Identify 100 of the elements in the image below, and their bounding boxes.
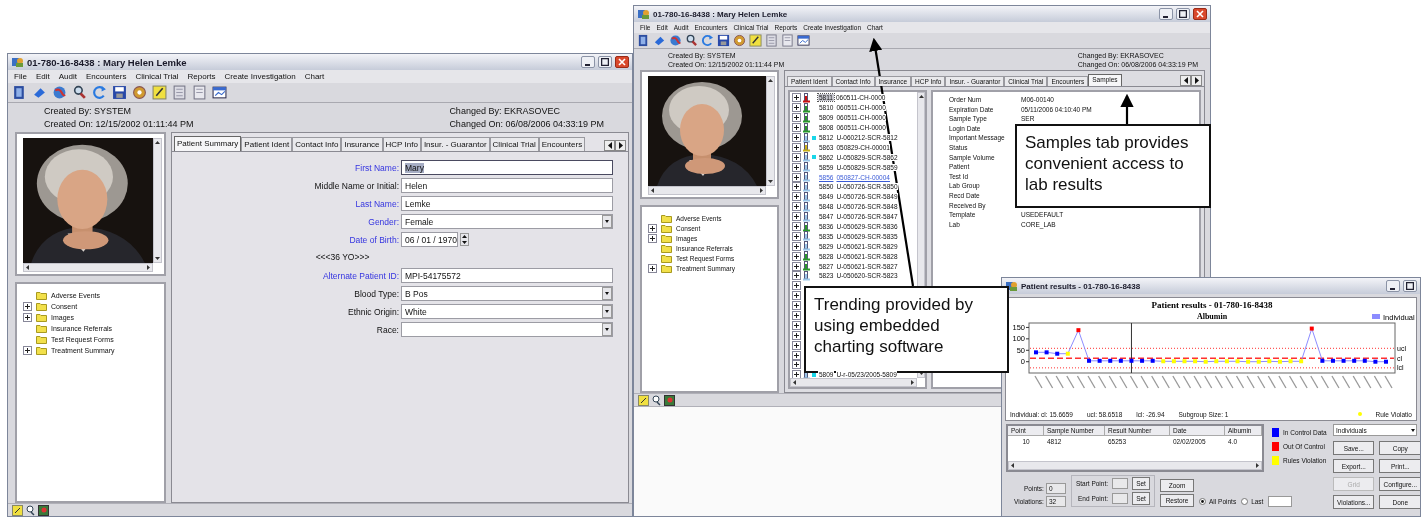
expand-icon[interactable] bbox=[792, 162, 801, 172]
expand-icon[interactable] bbox=[792, 350, 801, 360]
expand-icon[interactable] bbox=[23, 302, 32, 311]
scroll-arrow-icon[interactable] bbox=[917, 93, 925, 100]
search-icon[interactable] bbox=[651, 394, 662, 406]
expand-icon[interactable] bbox=[23, 346, 32, 355]
text-field[interactable]: Helen bbox=[401, 178, 613, 193]
tab[interactable]: HCP Info bbox=[382, 137, 421, 151]
expand-icon[interactable] bbox=[792, 271, 801, 281]
search-icon[interactable] bbox=[25, 504, 36, 516]
expand-icon[interactable] bbox=[792, 291, 801, 301]
expand-icon[interactable] bbox=[792, 182, 801, 192]
scroll-arrow-icon[interactable] bbox=[1009, 462, 1016, 469]
search-icon[interactable] bbox=[685, 34, 698, 47]
gear-icon[interactable] bbox=[733, 34, 746, 47]
input-field[interactable] bbox=[1112, 493, 1129, 504]
expand-icon[interactable] bbox=[792, 261, 801, 271]
menu-item[interactable]: Reports bbox=[187, 72, 216, 81]
expand-icon[interactable] bbox=[792, 113, 801, 123]
dropdown[interactable]: White bbox=[401, 304, 613, 319]
tab[interactable]: Patient Ident bbox=[241, 137, 293, 151]
date-field[interactable]: 06 / 01 / 1970 bbox=[401, 232, 458, 247]
scroll-arrow-icon[interactable] bbox=[791, 379, 798, 386]
expand-icon[interactable] bbox=[792, 152, 801, 162]
notepad-icon[interactable] bbox=[638, 394, 649, 406]
expand-icon[interactable] bbox=[792, 231, 801, 241]
menu-item[interactable]: File bbox=[14, 72, 27, 81]
expand-icon[interactable] bbox=[792, 172, 801, 182]
chart-window-icon[interactable] bbox=[797, 34, 810, 47]
notepad-icon[interactable] bbox=[749, 34, 762, 47]
dropdown[interactable]: B Pos bbox=[401, 286, 613, 301]
expand-icon[interactable] bbox=[792, 222, 801, 231]
expand-icon[interactable] bbox=[792, 330, 801, 340]
dropdown[interactable]: Female bbox=[401, 214, 613, 229]
scrollbar[interactable] bbox=[1008, 461, 1262, 470]
expand-icon[interactable] bbox=[792, 103, 801, 113]
text-field[interactable]: Lemke bbox=[401, 196, 613, 211]
scrollbar[interactable] bbox=[766, 76, 775, 186]
notepad-icon[interactable] bbox=[152, 85, 167, 100]
menu-item[interactable]: Clinical Trial bbox=[135, 72, 179, 81]
door-icon[interactable] bbox=[12, 85, 27, 100]
expand-icon[interactable] bbox=[792, 93, 801, 103]
menu-item[interactable]: Create Investigation bbox=[224, 72, 296, 81]
gear-icon[interactable] bbox=[132, 85, 147, 100]
tab[interactable]: Insurance bbox=[341, 137, 383, 151]
expand-icon[interactable] bbox=[792, 360, 801, 370]
expand-icon[interactable] bbox=[792, 340, 801, 350]
expand-icon[interactable] bbox=[792, 281, 801, 291]
scroll-arrow-icon[interactable] bbox=[767, 77, 774, 84]
menu-item[interactable]: Audit bbox=[58, 72, 77, 81]
spinner-icon[interactable] bbox=[460, 233, 469, 246]
caret-icon[interactable] bbox=[602, 305, 612, 318]
scroll-arrow-icon[interactable] bbox=[154, 139, 161, 146]
expand-icon[interactable] bbox=[792, 241, 801, 251]
save-icon[interactable] bbox=[112, 85, 127, 100]
expand-icon[interactable] bbox=[648, 263, 657, 273]
door-icon[interactable] bbox=[637, 34, 650, 47]
expand-icon[interactable] bbox=[792, 301, 801, 311]
scrollbar[interactable] bbox=[648, 186, 766, 195]
refresh-icon[interactable] bbox=[92, 85, 107, 100]
save-icon[interactable] bbox=[717, 34, 730, 47]
image-icon[interactable] bbox=[38, 504, 49, 516]
caret-icon[interactable] bbox=[602, 287, 612, 300]
radio-icon[interactable] bbox=[1241, 498, 1249, 505]
image-icon[interactable] bbox=[664, 394, 675, 406]
expand-icon[interactable] bbox=[792, 192, 801, 202]
scrollbar[interactable] bbox=[153, 138, 162, 263]
expand-icon[interactable] bbox=[792, 142, 801, 152]
expand-icon[interactable] bbox=[792, 123, 801, 133]
expand-icon[interactable] bbox=[792, 133, 801, 142]
globe-icon[interactable] bbox=[669, 34, 682, 47]
scroll-arrow-icon[interactable] bbox=[649, 187, 656, 194]
text-field[interactable]: Mary bbox=[401, 160, 613, 175]
expand-icon[interactable] bbox=[648, 223, 657, 233]
arrow-icon[interactable] bbox=[32, 85, 47, 100]
scroll-arrow-icon[interactable] bbox=[1254, 462, 1261, 469]
tab[interactable]: Encounters bbox=[538, 137, 586, 151]
text-field[interactable]: MPI-54175572 bbox=[401, 268, 613, 283]
radio-icon[interactable] bbox=[1199, 498, 1207, 505]
input-field[interactable] bbox=[1112, 478, 1129, 489]
expand-icon[interactable] bbox=[23, 313, 32, 322]
tab[interactable]: Contact Info bbox=[292, 137, 342, 151]
scrollbar[interactable] bbox=[23, 263, 153, 272]
expand-icon[interactable] bbox=[792, 202, 801, 212]
caret-icon[interactable] bbox=[602, 215, 612, 228]
scroll-arrow-icon[interactable] bbox=[24, 264, 31, 271]
chart-window-icon[interactable] bbox=[212, 85, 227, 100]
notepad-icon[interactable] bbox=[12, 504, 23, 516]
globe-icon[interactable] bbox=[52, 85, 67, 100]
tab[interactable]: Clinical Trial bbox=[489, 137, 539, 151]
expand-icon[interactable] bbox=[792, 320, 801, 330]
arrow-icon[interactable] bbox=[653, 34, 666, 47]
expand-icon[interactable] bbox=[792, 212, 801, 222]
caret-icon[interactable] bbox=[602, 323, 612, 336]
input-field[interactable] bbox=[1268, 496, 1293, 507]
tab[interactable]: Patient Summary bbox=[174, 136, 242, 151]
scrollbar[interactable] bbox=[790, 378, 917, 387]
expand-icon[interactable] bbox=[648, 233, 657, 243]
menu-item[interactable]: Edit bbox=[35, 72, 50, 81]
menu-item[interactable]: Encounters bbox=[85, 72, 127, 81]
